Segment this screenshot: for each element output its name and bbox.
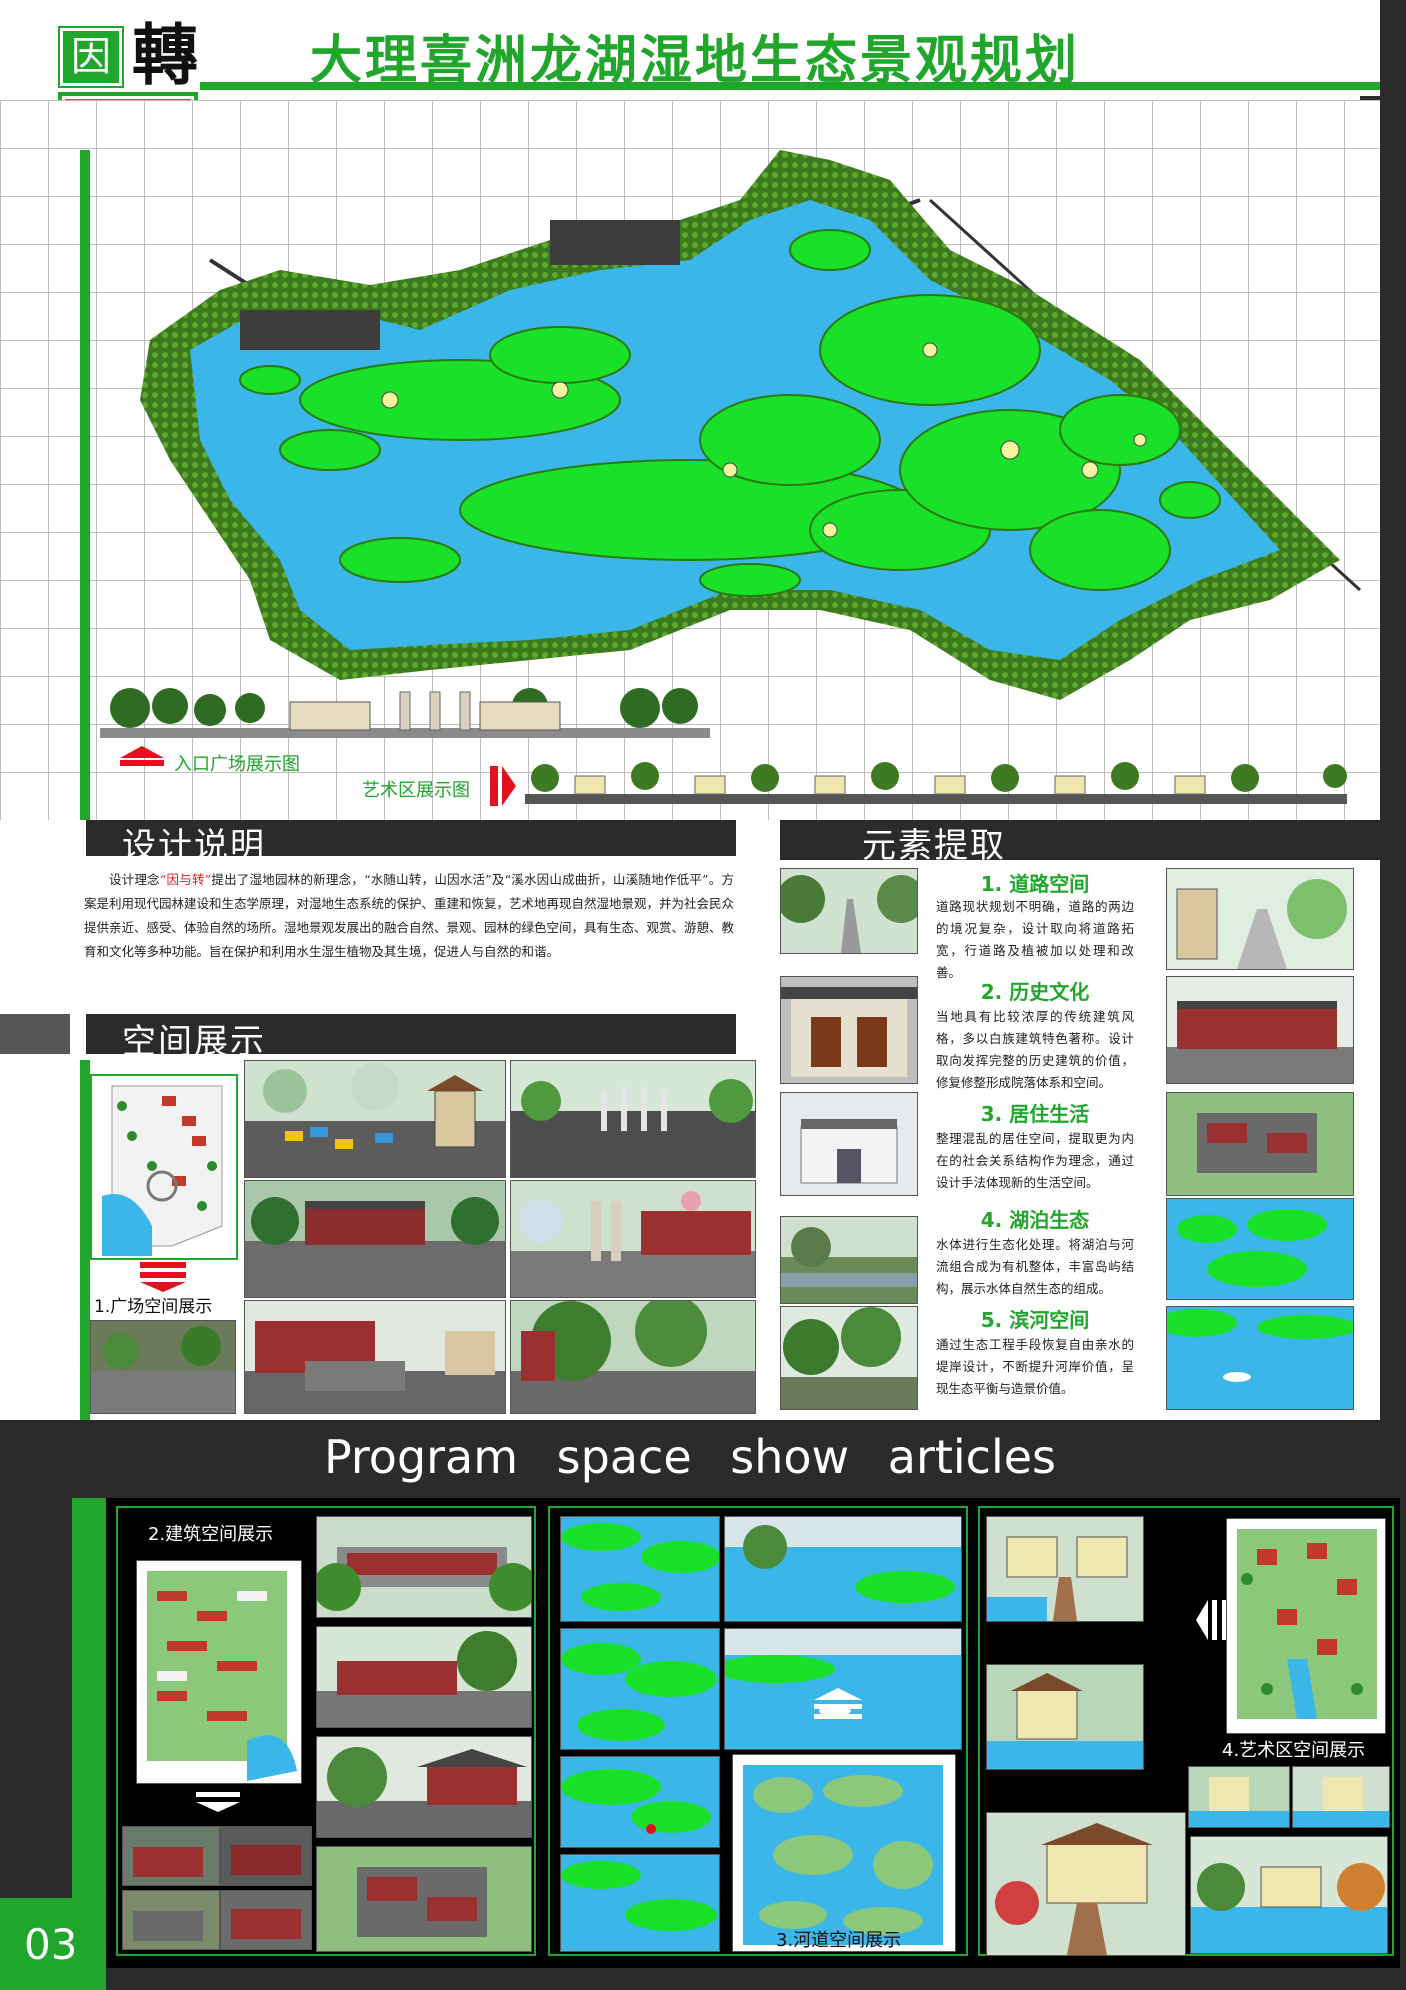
river-render-2 [724, 1516, 962, 1622]
lake-photo [780, 1216, 918, 1304]
river-caption: 3.河道空间展示 [776, 1930, 902, 1951]
riverside-render [1166, 1306, 1354, 1410]
history-photo [780, 976, 918, 1084]
building-render-c [122, 1890, 220, 1950]
plaza-down-arrow-head [140, 1282, 186, 1292]
road-render [1166, 868, 1354, 970]
plaza-tree-render [510, 1300, 756, 1414]
plaza-gate-render [244, 1300, 506, 1414]
element-title-4: 4. 湖泊生态 [980, 1208, 1090, 1232]
plaza-render-thumb [90, 1320, 236, 1414]
river-render-3 [560, 1628, 720, 1750]
element-text-1: 道路现状规划不明确，道路的两边的境况复杂，设计取向将道路拓宽，行道路及植被加以处… [936, 899, 1134, 980]
river-render-6 [560, 1854, 720, 1952]
art-caption: 4.艺术区空间展示 [1222, 1740, 1366, 1761]
plaza-columns-render [510, 1180, 756, 1298]
element-title-1: 1. 道路空间 [980, 872, 1090, 896]
living-photo [780, 1092, 918, 1196]
building-plan [136, 1560, 302, 1784]
element-text-3: 整理混乱的居住空间，提取更为内在的社会关系结构作为理念，通过设计手法体现新的生活… [936, 1131, 1134, 1190]
right-arrow-head [502, 766, 516, 806]
space-heading: 空间展示 [122, 1022, 266, 1062]
space-heading-left-bar [0, 1014, 70, 1054]
art-elevation [525, 762, 1347, 804]
plaza-down-arrow [140, 1262, 186, 1268]
up-arrow-bar [120, 760, 164, 766]
art-left-arrow [1212, 1600, 1217, 1640]
design-text: 设计理念“因与转”提出了湿地园林的新理念，“水随山转，山因水活”及“溪水因山成曲… [84, 868, 734, 964]
logo-top-left-char: 因 [60, 28, 122, 86]
element-title-5: 5. 滨河空间 [980, 1308, 1090, 1332]
plaza-plan-drawing [92, 1076, 236, 1258]
entrance-elevation [100, 688, 710, 738]
art-render-4 [1188, 1766, 1290, 1828]
building-render-a [122, 1826, 220, 1886]
up-arrow-icon [120, 746, 164, 758]
plaza-fountain-render [510, 1060, 756, 1178]
element-text-2: 当地具有比较浓厚的传统建筑风格，多以白族建筑特色著称。设计取向发挥完整的历史建筑… [936, 1009, 1134, 1090]
element-text-5: 通过生态工程手段恢复自由亲水的堤岸设计，不断提升河岸价值，呈现生态平衡与造景价值… [936, 1337, 1134, 1396]
history-render [1166, 976, 1354, 1084]
entrance-label: 入口广场展示图 [174, 754, 300, 775]
building-render-b [220, 1826, 312, 1886]
building-render-4 [316, 1846, 532, 1952]
logo-top-right-char: 轉 [132, 16, 198, 94]
river-render-1 [560, 1516, 720, 1622]
page-title: 大理喜洲龙湖湿地生态景观规划 [310, 31, 1081, 91]
art-render-3 [986, 1812, 1186, 1956]
design-text-prefix: 设计理念 [109, 872, 160, 887]
river-render-5 [560, 1756, 720, 1848]
space-green-bar [80, 1060, 90, 1420]
page-number: 03 [24, 1920, 78, 1969]
building-down-arrow-head [196, 1802, 240, 1812]
riverside-photo [780, 1306, 918, 1410]
right-arrow-icon [490, 766, 498, 806]
building-render-2 [316, 1626, 532, 1728]
element-text-4: 水体进行生态化处理。将湖泊与河流组合成为有机整体，丰富岛屿结构，展示水体自然生态… [936, 1237, 1134, 1296]
design-heading-accent [0, 820, 70, 856]
program-banner: Program space show articles [323, 1430, 1057, 1484]
art-left-arrow-head [1196, 1600, 1208, 1640]
road-photo [780, 868, 918, 954]
design-heading: 设计说明 [122, 826, 266, 866]
river-up-arrow-2 [814, 1714, 862, 1719]
art-render-2 [986, 1664, 1144, 1770]
river-plan [732, 1754, 956, 1952]
art-render-5 [1292, 1766, 1390, 1828]
art-plan [1226, 1518, 1386, 1734]
element-title-2: 2. 历史文化 [980, 980, 1090, 1004]
building-render-d [220, 1890, 312, 1950]
element-title-3: 3. 居住生活 [980, 1102, 1090, 1126]
art-label: 艺术区展示图 [362, 780, 470, 801]
river-up-arrow [814, 1704, 862, 1709]
building-render-3 [316, 1736, 532, 1838]
living-render [1166, 1092, 1354, 1196]
art-render-6 [1190, 1836, 1388, 1954]
master-plan-map [140, 150, 1362, 700]
building-render-1 [316, 1516, 532, 1618]
left-green-bar [80, 150, 90, 820]
elements-heading: 元素提取 [862, 826, 1006, 866]
lake-render [1166, 1198, 1354, 1300]
plaza-caption: 1.广场空间展示 [94, 1297, 213, 1317]
building-caption: 2.建筑空间展示 [148, 1524, 274, 1545]
art-render-1 [986, 1516, 1144, 1622]
design-text-highlight: “因与转” [159, 872, 212, 887]
river-up-arrow-head [814, 1688, 862, 1700]
plaza-parking-render [244, 1060, 506, 1178]
bottom-left-green-bar [72, 1498, 106, 1898]
plaza-down-arrow-2 [140, 1272, 186, 1278]
plaza-plan [90, 1074, 238, 1260]
plaza-street-render [244, 1180, 506, 1298]
building-down-arrow [196, 1792, 240, 1797]
